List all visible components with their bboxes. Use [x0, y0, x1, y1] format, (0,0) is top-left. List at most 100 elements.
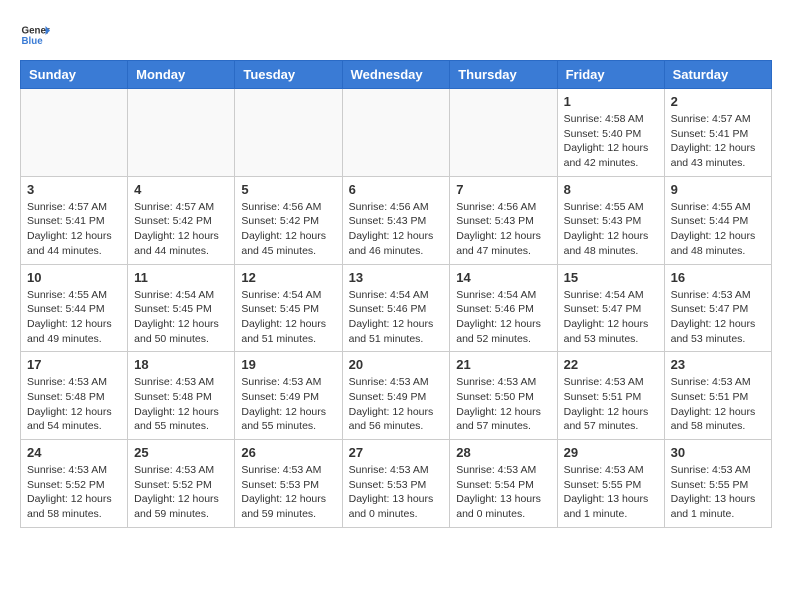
day-of-week-header: Wednesday [342, 61, 450, 89]
calendar-cell: 10 Sunrise: 4:55 AM Sunset: 5:44 PM Dayli… [21, 264, 128, 352]
day-info: Sunrise: 4:57 AM Sunset: 5:41 PM Dayligh… [671, 112, 765, 171]
day-info: Sunrise: 4:54 AM Sunset: 5:45 PM Dayligh… [134, 288, 228, 347]
calendar-header-row: SundayMondayTuesdayWednesdayThursdayFrid… [21, 61, 772, 89]
calendar: SundayMondayTuesdayWednesdayThursdayFrid… [20, 60, 772, 528]
calendar-cell [450, 89, 557, 177]
calendar-cell: 12 Sunrise: 4:54 AM Sunset: 5:45 PM Dayli… [235, 264, 342, 352]
calendar-cell [235, 89, 342, 177]
day-info: Sunrise: 4:56 AM Sunset: 5:43 PM Dayligh… [456, 200, 550, 259]
day-info: Sunrise: 4:53 AM Sunset: 5:50 PM Dayligh… [456, 375, 550, 434]
day-info: Sunrise: 4:53 AM Sunset: 5:55 PM Dayligh… [671, 463, 765, 522]
day-info: Sunrise: 4:53 AM Sunset: 5:51 PM Dayligh… [671, 375, 765, 434]
day-of-week-header: Monday [128, 61, 235, 89]
day-info: Sunrise: 4:53 AM Sunset: 5:53 PM Dayligh… [349, 463, 444, 522]
day-info: Sunrise: 4:54 AM Sunset: 5:45 PM Dayligh… [241, 288, 335, 347]
calendar-cell: 19Sunrise: 4:53 AM Sunset: 5:49 PM Dayli… [235, 352, 342, 440]
calendar-cell: 7 Sunrise: 4:56 AM Sunset: 5:43 PM Daylig… [450, 176, 557, 264]
calendar-cell: 14Sunrise: 4:54 AM Sunset: 5:46 PM Dayli… [450, 264, 557, 352]
day-number: 13 [349, 270, 444, 285]
day-number: 8 [564, 182, 658, 197]
day-info: Sunrise: 4:58 AM Sunset: 5:40 PM Dayligh… [564, 112, 658, 171]
day-number: 18 [134, 357, 228, 372]
day-number: 29 [564, 445, 658, 460]
day-number: 30 [671, 445, 765, 460]
day-info: Sunrise: 4:55 AM Sunset: 5:44 PM Dayligh… [671, 200, 765, 259]
day-number: 1 [564, 94, 658, 109]
day-info: Sunrise: 4:53 AM Sunset: 5:53 PM Dayligh… [241, 463, 335, 522]
calendar-cell: 24 Sunrise: 4:53 AM Sunset: 5:52 PM Dayli… [21, 440, 128, 528]
day-info: Sunrise: 4:56 AM Sunset: 5:42 PM Dayligh… [241, 200, 335, 259]
day-number: 23 [671, 357, 765, 372]
day-number: 25 [134, 445, 228, 460]
calendar-cell: 23 Sunrise: 4:53 AM Sunset: 5:51 PM Dayli… [664, 352, 771, 440]
day-number: 10 [27, 270, 121, 285]
calendar-cell [128, 89, 235, 177]
calendar-cell [342, 89, 450, 177]
day-info: Sunrise: 4:54 AM Sunset: 5:46 PM Dayligh… [456, 288, 550, 347]
calendar-cell: 28 Sunrise: 4:53 AM Sunset: 5:54 PM Dayli… [450, 440, 557, 528]
calendar-week-row: 17 Sunrise: 4:53 AM Sunset: 5:48 PM Dayli… [21, 352, 772, 440]
day-info: Sunrise: 4:53 AM Sunset: 5:48 PM Dayligh… [27, 375, 121, 434]
calendar-cell: 21Sunrise: 4:53 AM Sunset: 5:50 PM Dayli… [450, 352, 557, 440]
day-number: 5 [241, 182, 335, 197]
day-number: 15 [564, 270, 658, 285]
calendar-cell: 9 Sunrise: 4:55 AM Sunset: 5:44 PM Daylig… [664, 176, 771, 264]
calendar-cell: 26 Sunrise: 4:53 AM Sunset: 5:53 PM Dayli… [235, 440, 342, 528]
calendar-cell [21, 89, 128, 177]
logo: General Blue [20, 20, 50, 50]
calendar-week-row: 1 Sunrise: 4:58 AM Sunset: 5:40 PM Daylig… [21, 89, 772, 177]
day-number: 20 [349, 357, 444, 372]
calendar-cell: 25 Sunrise: 4:53 AM Sunset: 5:52 PM Dayli… [128, 440, 235, 528]
day-number: 11 [134, 270, 228, 285]
day-of-week-header: Saturday [664, 61, 771, 89]
calendar-cell: 22Sunrise: 4:53 AM Sunset: 5:51 PM Dayli… [557, 352, 664, 440]
day-number: 28 [456, 445, 550, 460]
day-info: Sunrise: 4:53 AM Sunset: 5:48 PM Dayligh… [134, 375, 228, 434]
calendar-cell: 6Sunrise: 4:56 AM Sunset: 5:43 PM Daylig… [342, 176, 450, 264]
day-info: Sunrise: 4:53 AM Sunset: 5:49 PM Dayligh… [241, 375, 335, 434]
calendar-cell: 8 Sunrise: 4:55 AM Sunset: 5:43 PM Daylig… [557, 176, 664, 264]
calendar-cell: 18 Sunrise: 4:53 AM Sunset: 5:48 PM Dayli… [128, 352, 235, 440]
day-info: Sunrise: 4:57 AM Sunset: 5:42 PM Dayligh… [134, 200, 228, 259]
day-info: Sunrise: 4:53 AM Sunset: 5:52 PM Dayligh… [27, 463, 121, 522]
calendar-cell: 30 Sunrise: 4:53 AM Sunset: 5:55 PM Dayli… [664, 440, 771, 528]
day-number: 16 [671, 270, 765, 285]
day-info: Sunrise: 4:54 AM Sunset: 5:46 PM Dayligh… [349, 288, 444, 347]
day-of-week-header: Tuesday [235, 61, 342, 89]
calendar-cell: 3 Sunrise: 4:57 AM Sunset: 5:41 PM Daylig… [21, 176, 128, 264]
svg-text:Blue: Blue [22, 36, 44, 47]
day-number: 3 [27, 182, 121, 197]
calendar-week-row: 24 Sunrise: 4:53 AM Sunset: 5:52 PM Dayli… [21, 440, 772, 528]
calendar-week-row: 10 Sunrise: 4:55 AM Sunset: 5:44 PM Dayli… [21, 264, 772, 352]
calendar-cell: 29 Sunrise: 4:53 AM Sunset: 5:55 PM Dayli… [557, 440, 664, 528]
calendar-cell: 2Sunrise: 4:57 AM Sunset: 5:41 PM Daylig… [664, 89, 771, 177]
day-of-week-header: Thursday [450, 61, 557, 89]
calendar-cell: 5 Sunrise: 4:56 AM Sunset: 5:42 PM Daylig… [235, 176, 342, 264]
day-number: 22 [564, 357, 658, 372]
day-of-week-header: Sunday [21, 61, 128, 89]
day-number: 7 [456, 182, 550, 197]
day-number: 26 [241, 445, 335, 460]
logo-icon: General Blue [20, 20, 50, 50]
day-number: 12 [241, 270, 335, 285]
day-number: 4 [134, 182, 228, 197]
day-info: Sunrise: 4:53 AM Sunset: 5:47 PM Dayligh… [671, 288, 765, 347]
day-info: Sunrise: 4:53 AM Sunset: 5:54 PM Dayligh… [456, 463, 550, 522]
day-number: 24 [27, 445, 121, 460]
calendar-cell: 20 Sunrise: 4:53 AM Sunset: 5:49 PM Dayli… [342, 352, 450, 440]
day-info: Sunrise: 4:53 AM Sunset: 5:55 PM Dayligh… [564, 463, 658, 522]
day-info: Sunrise: 4:53 AM Sunset: 5:52 PM Dayligh… [134, 463, 228, 522]
day-number: 9 [671, 182, 765, 197]
day-number: 6 [349, 182, 444, 197]
day-info: Sunrise: 4:54 AM Sunset: 5:47 PM Dayligh… [564, 288, 658, 347]
calendar-cell: 27 Sunrise: 4:53 AM Sunset: 5:53 PM Dayli… [342, 440, 450, 528]
day-number: 27 [349, 445, 444, 460]
calendar-cell: 1 Sunrise: 4:58 AM Sunset: 5:40 PM Daylig… [557, 89, 664, 177]
calendar-cell: 16 Sunrise: 4:53 AM Sunset: 5:47 PM Dayli… [664, 264, 771, 352]
day-info: Sunrise: 4:57 AM Sunset: 5:41 PM Dayligh… [27, 200, 121, 259]
day-info: Sunrise: 4:55 AM Sunset: 5:43 PM Dayligh… [564, 200, 658, 259]
day-info: Sunrise: 4:55 AM Sunset: 5:44 PM Dayligh… [27, 288, 121, 347]
day-info: Sunrise: 4:53 AM Sunset: 5:49 PM Dayligh… [349, 375, 444, 434]
calendar-cell: 11 Sunrise: 4:54 AM Sunset: 5:45 PM Dayli… [128, 264, 235, 352]
day-number: 17 [27, 357, 121, 372]
